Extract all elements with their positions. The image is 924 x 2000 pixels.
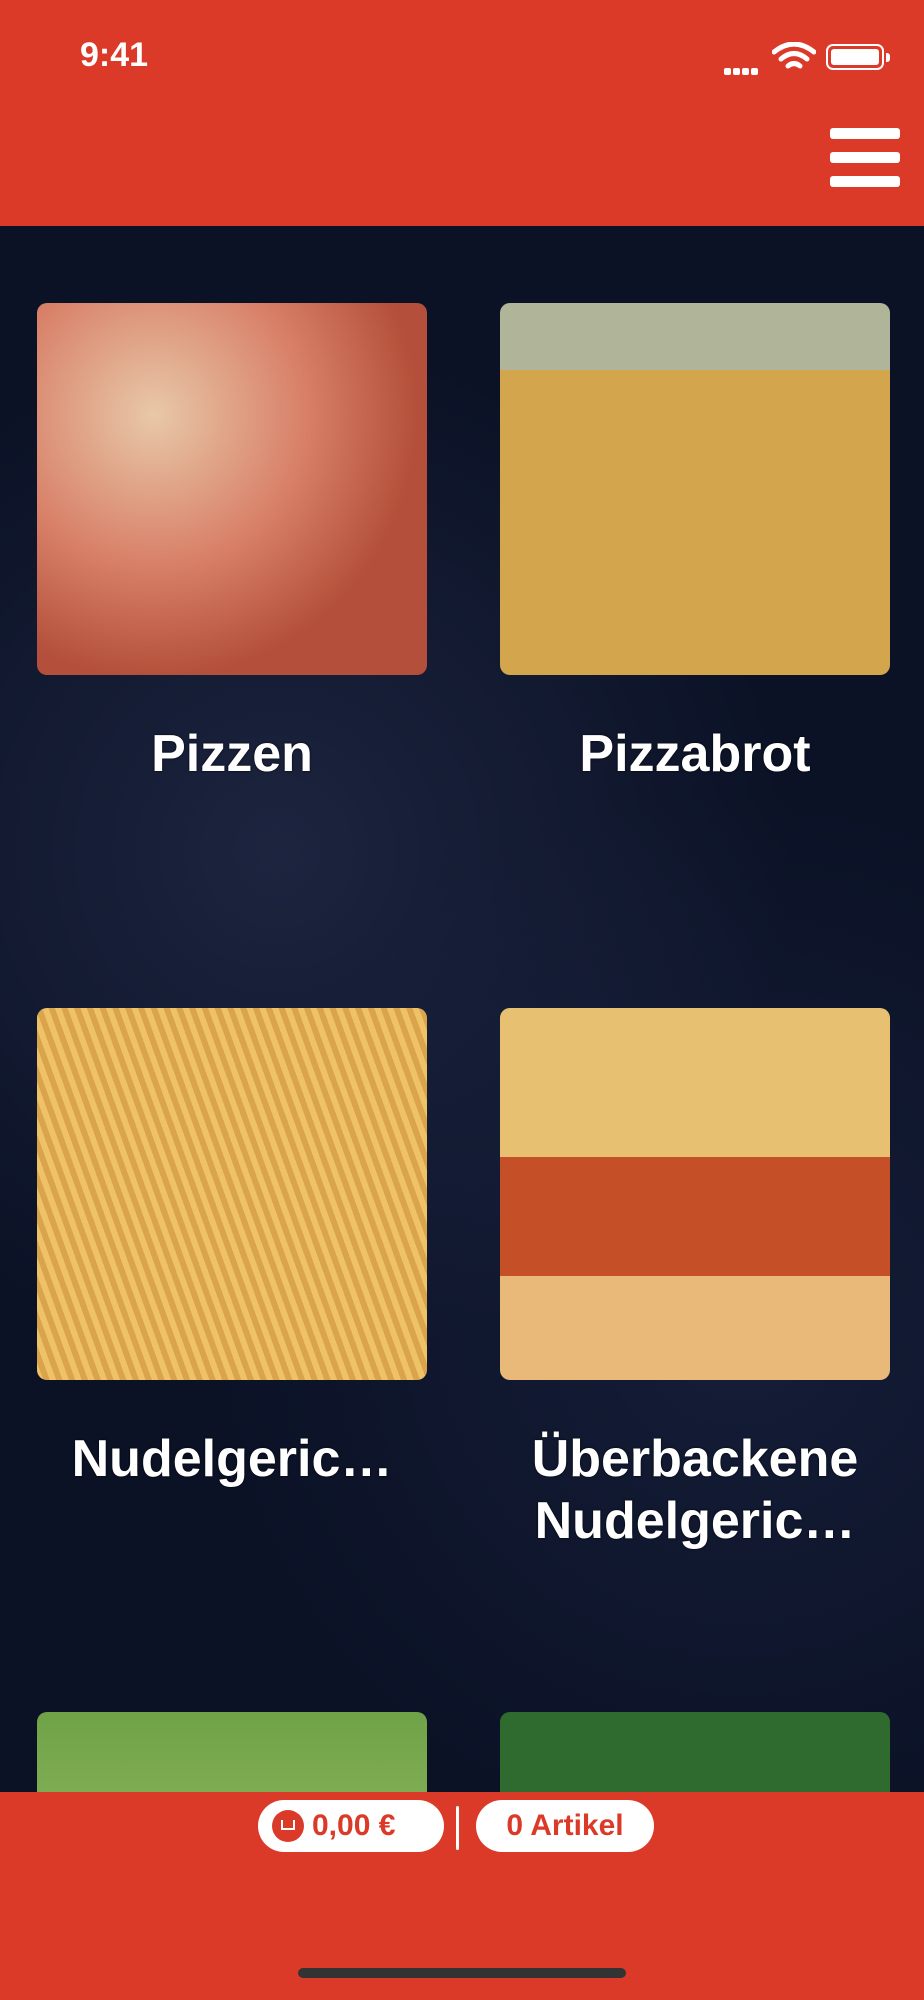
category-tile-nudelgerichte[interactable]: Nudelgeric… xyxy=(37,1008,427,1490)
category-tile-salad[interactable] xyxy=(37,1712,427,1792)
category-image xyxy=(37,1712,427,1792)
battery-icon xyxy=(826,44,890,70)
category-tile-pizzabrot[interactable]: Pizzabrot xyxy=(500,303,890,785)
cart-icon xyxy=(272,1810,304,1842)
wifi-icon xyxy=(772,42,816,69)
status-time: 9:41 xyxy=(80,36,149,74)
category-image xyxy=(500,1008,890,1380)
hamburger-menu-icon[interactable] xyxy=(830,128,900,188)
category-label: Überbackene Nudelgeric… xyxy=(531,1430,859,1550)
category-label: Nudelgeric… xyxy=(71,1430,393,1488)
category-tile-pizzen[interactable]: Pizzen xyxy=(37,303,427,785)
header-bar: 9:41 xyxy=(0,0,924,226)
cart-items-button[interactable]: 0 Artikel xyxy=(476,1800,654,1852)
category-tile-ueberbackene-nudelgerichte[interactable]: Überbackene Nudelgeric… xyxy=(500,1008,890,1552)
cart-total-button[interactable]: 0,00 € xyxy=(258,1800,444,1852)
category-label: Pizzabrot xyxy=(579,725,811,783)
divider xyxy=(456,1806,459,1850)
signal-icon xyxy=(724,62,760,80)
category-label: Pizzen xyxy=(151,725,313,783)
home-indicator xyxy=(298,1968,626,1978)
category-image xyxy=(500,303,890,675)
category-tile-sandwich[interactable] xyxy=(500,1712,890,1792)
category-image xyxy=(500,1712,890,1792)
cart-total: 0,00 € xyxy=(312,1809,396,1842)
category-grid: Pizzen Pizzabrot Nudelgeric… Überbackene… xyxy=(0,226,924,1792)
category-image xyxy=(37,1008,427,1380)
category-image xyxy=(37,303,427,675)
